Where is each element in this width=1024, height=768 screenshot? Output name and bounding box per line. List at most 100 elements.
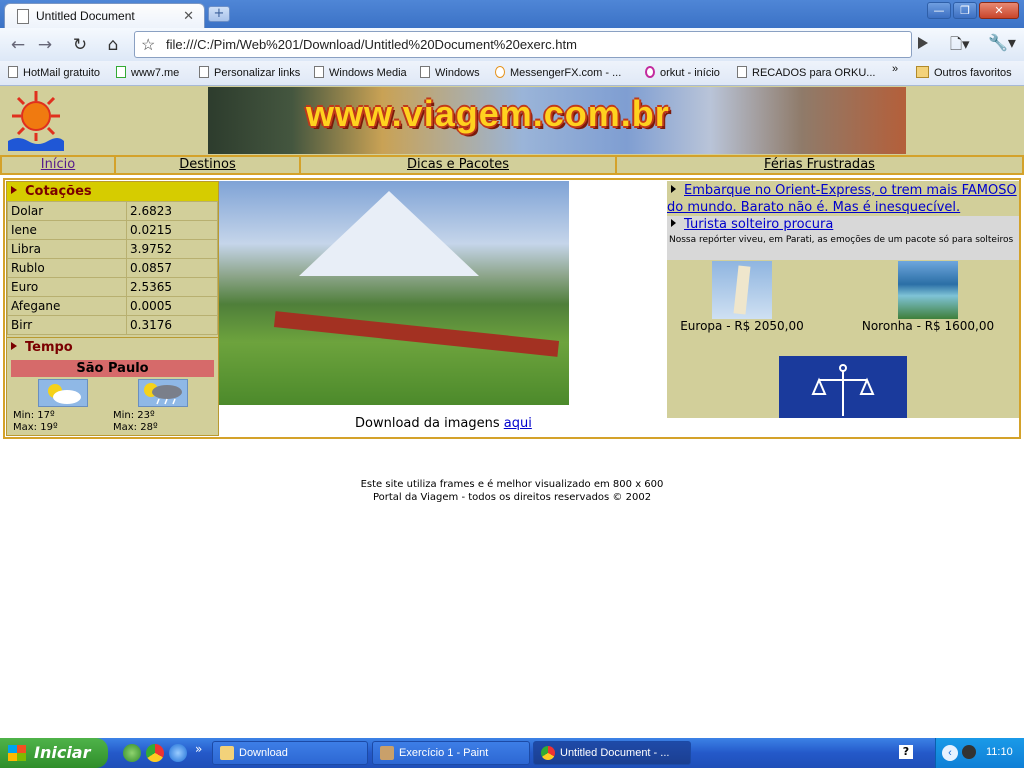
- bookmark-item[interactable]: orkut - início: [645, 66, 720, 79]
- table-row: Birr 0.3176: [7, 315, 218, 335]
- tray-app-icon[interactable]: [962, 745, 976, 759]
- page-icon: [199, 66, 209, 78]
- quicklaunch-icon[interactable]: [123, 744, 141, 762]
- arrow-right-icon: [11, 342, 17, 350]
- site-menu: Início Destinos Dicas e Pacotes Férias F…: [0, 155, 1024, 175]
- table-row: Dolar 2.6823: [7, 201, 218, 221]
- sun-logo-icon: [8, 91, 64, 151]
- table-row: Libra 3.9752: [7, 239, 218, 259]
- bookmark-item[interactable]: HotMail gratuito: [8, 66, 100, 79]
- web-page: www.viagem.com.br Início Destinos Dicas …: [0, 86, 1024, 738]
- clock[interactable]: 11:10: [986, 746, 1013, 758]
- arrow-right-icon: [11, 186, 17, 194]
- news-item-turista: Turista solteiro procura: [667, 216, 1019, 234]
- download-link[interactable]: aqui: [504, 416, 532, 431]
- left-sidebar: Cotações Dolar 2.6823 Iene 0.0215 Libra 3.9…: [6, 181, 219, 436]
- bookmarks-bar: HotMail gratuito www7.me Personalizar li…: [0, 61, 1024, 86]
- bookmark-item[interactable]: Windows: [420, 66, 480, 79]
- table-row: Afegane 0.0005: [7, 296, 218, 316]
- table-row: Rublo 0.0857: [7, 258, 218, 278]
- task-paint[interactable]: Exercício 1 - Paint: [372, 741, 530, 765]
- pisa-tower-image: [712, 261, 772, 319]
- tab-close-icon[interactable]: ✕: [183, 8, 194, 24]
- folder-icon: [916, 66, 929, 78]
- menu-item-dicas-pacotes[interactable]: Dicas e Pacotes: [301, 157, 617, 173]
- bookmark-item[interactable]: www7.me: [116, 66, 179, 79]
- help-icon[interactable]: ?: [899, 745, 913, 759]
- bookmark-item[interactable]: Personalizar links: [199, 66, 300, 79]
- alpine-train-photo: [219, 181, 569, 405]
- chrome-icon: [541, 746, 555, 760]
- menu-item-destinos[interactable]: Destinos: [116, 157, 301, 173]
- bookmark-item[interactable]: Windows Media: [314, 66, 407, 79]
- windows-logo-icon: [8, 745, 26, 761]
- partly-cloudy-icon: [38, 379, 88, 407]
- bookmark-item[interactable]: RECADOS para ORKU...: [737, 66, 875, 79]
- weather-city: São Paulo: [11, 360, 214, 377]
- tempo-heading: Tempo: [7, 337, 218, 356]
- destination-europa[interactable]: Europa - R$ 2050,00: [677, 261, 807, 333]
- bookmarks-overflow-icon[interactable]: »: [892, 63, 898, 75]
- start-button[interactable]: Iniciar: [0, 738, 108, 768]
- main-content: Cotações Dolar 2.6823 Iene 0.0215 Libra 3.9…: [3, 178, 1021, 439]
- site-title: www.viagem.com.br: [306, 93, 670, 134]
- bullet-icon: [671, 185, 676, 193]
- rain-cloud-icon: [138, 379, 188, 407]
- new-tab-button[interactable]: +: [208, 6, 230, 22]
- day1-temps: Min: 17º Max: 19º: [13, 410, 58, 433]
- right-column: Embarque no Orient-Express, o trem mais …: [667, 181, 1019, 418]
- other-bookmarks-folder[interactable]: Outros favoritos: [916, 66, 1012, 79]
- forward-icon[interactable]: →: [32, 32, 58, 58]
- browser-chrome: Untitled Document ✕ + — ❐ ✕ ← → ↻ ⌂ ☆ fi…: [0, 0, 1024, 86]
- download-line: Download da imagens aqui: [355, 416, 532, 431]
- messenger-icon: [495, 66, 505, 78]
- folder-icon: [220, 746, 234, 760]
- chrome-icon[interactable]: [146, 744, 164, 762]
- task-untitled-document[interactable]: Untitled Document - ...: [533, 741, 691, 765]
- close-window-button[interactable]: ✕: [979, 2, 1019, 19]
- wrench-icon[interactable]: 🔧▾: [988, 33, 1016, 52]
- scales-of-justice-image: [779, 356, 907, 418]
- go-icon[interactable]: [918, 37, 928, 49]
- orkut-icon: [645, 66, 655, 78]
- bullet-icon: [671, 219, 676, 227]
- page-icon: [314, 66, 324, 78]
- destination-noronha[interactable]: Noronha - R$ 1600,00: [853, 261, 1003, 333]
- bookmark-star-icon[interactable]: ☆: [141, 35, 155, 55]
- site-footer: Este site utiliza frames e é melhor visu…: [360, 479, 664, 503]
- day2-temps: Min: 23º Max: 28º: [113, 410, 158, 433]
- tab-strip: Untitled Document ✕ + — ❐ ✕: [0, 0, 1024, 28]
- page-icon: [737, 66, 747, 78]
- mountain-shape: [299, 191, 479, 276]
- google-icon: [116, 66, 126, 78]
- tab-untitled-document[interactable]: Untitled Document ✕: [4, 3, 205, 28]
- system-tray: ‹ 11:10: [935, 738, 1024, 768]
- browser-toolbar: ← → ↻ ⌂ ☆ file:///C:/Pim/Web%201/Downloa…: [0, 28, 1024, 61]
- task-download[interactable]: Download: [212, 741, 368, 765]
- table-row: Euro 2.5365: [7, 277, 218, 297]
- news-item-orient-express: Embarque no Orient-Express, o trem mais …: [667, 183, 1017, 215]
- home-icon[interactable]: ⌂: [100, 32, 126, 58]
- back-icon[interactable]: ←: [5, 32, 31, 58]
- page-menu-icon[interactable]: 🗋▾: [950, 34, 970, 59]
- menu-item-ferias-frustradas[interactable]: Férias Frustradas: [617, 157, 1022, 173]
- cotacoes-table: Dolar 2.6823 Iene 0.0215 Libra 3.9752 Rublo…: [7, 201, 218, 335]
- menu-item-inicio[interactable]: Início: [2, 157, 116, 173]
- page-icon: [420, 66, 430, 78]
- cotacoes-heading: Cotações: [7, 182, 218, 201]
- news-description: Nossa repórter viveu, em Parati, as emoç…: [667, 234, 1019, 260]
- bookmark-item[interactable]: MessengerFX.com - ...: [495, 66, 621, 79]
- minimize-button[interactable]: —: [927, 2, 951, 19]
- site-banner: www.viagem.com.br: [208, 87, 906, 154]
- internet-explorer-icon[interactable]: [169, 744, 187, 762]
- reload-icon[interactable]: ↻: [67, 32, 93, 58]
- address-bar[interactable]: ☆ file:///C:/Pim/Web%201/Download/Untitl…: [134, 31, 912, 58]
- quicklaunch-overflow-icon[interactable]: »: [195, 742, 202, 756]
- tray-collapse-icon[interactable]: ‹: [942, 745, 958, 761]
- train-shape: [273, 311, 560, 357]
- paint-icon: [380, 746, 394, 760]
- maximize-button[interactable]: ❐: [953, 2, 977, 19]
- tab-title: Untitled Document: [36, 9, 135, 23]
- url-text: file:///C:/Pim/Web%201/Download/Untitled…: [166, 37, 577, 52]
- page-icon: [17, 9, 29, 24]
